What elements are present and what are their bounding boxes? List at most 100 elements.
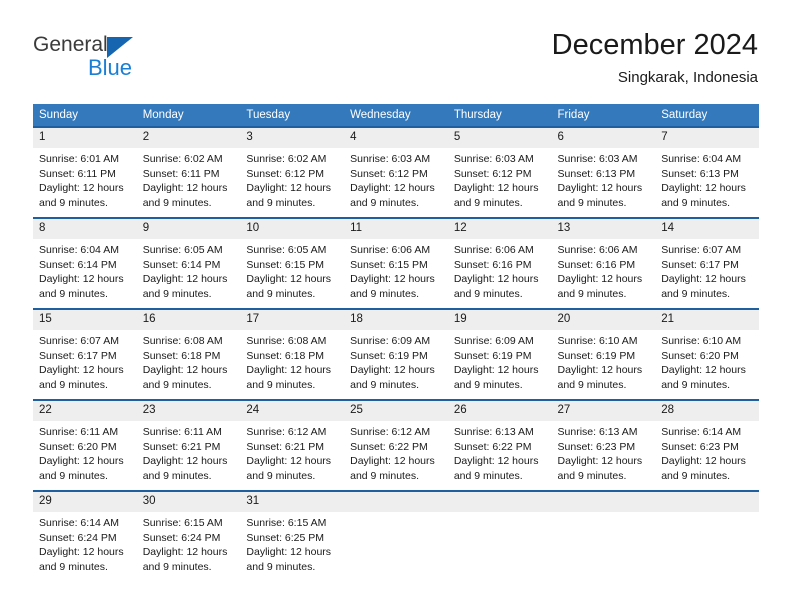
calendar-day-cell[interactable]: 3 Sunrise: 6:02 AM Sunset: 6:12 PM Daylight… bbox=[240, 126, 345, 218]
sunrise-text: Sunrise: 6:14 AM bbox=[39, 517, 119, 529]
calendar-week-row: 22 Sunrise: 6:11 AM Sunset: 6:20 PM Dayligh… bbox=[33, 399, 759, 491]
day-number: 11 bbox=[344, 219, 448, 239]
daylight-text-line1: Daylight: 12 hours bbox=[350, 455, 435, 468]
daylight-text-line2: and 9 minutes. bbox=[142, 378, 212, 391]
calendar-day-cell[interactable]: 8 Sunrise: 6:04 AM Sunset: 6:14 PM Daylight… bbox=[33, 217, 137, 309]
calendar-day-cell[interactable]: 23 Sunrise: 6:11 AM Sunset: 6:21 PM Dayligh… bbox=[136, 399, 241, 491]
page-title: December 2024 bbox=[551, 29, 758, 61]
calendar-page: General Blue December 2024 Singkarak, In… bbox=[0, 0, 792, 612]
calendar-day-cell[interactable]: 30 Sunrise: 6:15 AM Sunset: 6:24 PM Dayligh… bbox=[136, 490, 241, 581]
calendar-day-cell[interactable]: 17 Sunrise: 6:08 AM Sunset: 6:18 PM Dayligh… bbox=[240, 308, 345, 400]
sunset-text: Sunset: 6:20 PM bbox=[661, 349, 739, 362]
calendar-day-cell[interactable]: 21 Sunrise: 6:10 AM Sunset: 6:20 PM Dayligh… bbox=[655, 308, 759, 400]
calendar-day-cell[interactable]: 5 Sunrise: 6:03 AM Sunset: 6:12 PM Daylight… bbox=[447, 126, 552, 218]
daylight-text-line2: and 9 minutes. bbox=[453, 469, 523, 482]
daylight-text-line2: and 9 minutes. bbox=[661, 196, 731, 209]
calendar-day-cell[interactable]: 16 Sunrise: 6:08 AM Sunset: 6:18 PM Dayligh… bbox=[136, 308, 241, 400]
sunrise-text: Sunrise: 6:11 AM bbox=[142, 426, 222, 438]
day-number: 1 bbox=[33, 128, 137, 148]
daylight-text-line1: Daylight: 12 hours bbox=[557, 364, 643, 377]
day-details: Sunrise: 6:13 AM Sunset: 6:23 PM Daylight:… bbox=[552, 421, 656, 483]
day-details: Sunrise: 6:06 AM Sunset: 6:15 PM Daylight:… bbox=[344, 239, 448, 301]
sunrise-text: Sunrise: 6:11 AM bbox=[39, 426, 119, 438]
day-details: Sunrise: 6:13 AM Sunset: 6:22 PM Daylight:… bbox=[448, 421, 552, 483]
calendar-day-cell[interactable]: 19 Sunrise: 6:09 AM Sunset: 6:19 PM Dayligh… bbox=[447, 308, 552, 400]
day-details: Sunrise: 6:08 AM Sunset: 6:18 PM Daylight:… bbox=[137, 330, 241, 392]
calendar-day-cell[interactable]: 1 Sunrise: 6:01 AM Sunset: 6:11 PM Daylight… bbox=[33, 126, 137, 218]
daylight-text-line1: Daylight: 12 hours bbox=[661, 182, 746, 195]
sunrise-text: Sunrise: 6:08 AM bbox=[246, 335, 327, 347]
calendar-day-cell[interactable]: 24 Sunrise: 6:12 AM Sunset: 6:21 PM Dayligh… bbox=[240, 399, 345, 491]
daylight-text-line1: Daylight: 12 hours bbox=[246, 546, 332, 559]
calendar-week-row: 8 Sunrise: 6:04 AM Sunset: 6:14 PM Daylight… bbox=[33, 217, 759, 309]
daylight-text-line1: Daylight: 12 hours bbox=[142, 273, 228, 286]
calendar-day-cell[interactable] bbox=[344, 490, 448, 581]
sunset-text: Sunset: 6:19 PM bbox=[557, 349, 636, 362]
calendar-day-cell[interactable]: 22 Sunrise: 6:11 AM Sunset: 6:20 PM Dayligh… bbox=[33, 399, 137, 491]
sunset-text: Sunset: 6:14 PM bbox=[39, 258, 117, 271]
calendar-day-cell[interactable]: 26 Sunrise: 6:13 AM Sunset: 6:22 PM Dayligh… bbox=[447, 399, 552, 491]
sunrise-text: Sunrise: 6:14 AM bbox=[661, 426, 742, 438]
sunrise-text: Sunrise: 6:02 AM bbox=[246, 153, 327, 165]
day-number: 24 bbox=[240, 401, 345, 421]
day-details: Sunrise: 6:11 AM Sunset: 6:20 PM Daylight:… bbox=[33, 421, 137, 483]
sunrise-text: Sunrise: 6:10 AM bbox=[557, 335, 638, 347]
calendar-day-cell[interactable]: 15 Sunrise: 6:07 AM Sunset: 6:17 PM Dayligh… bbox=[33, 308, 137, 400]
calendar-day-cell[interactable]: 29 Sunrise: 6:14 AM Sunset: 6:24 PM Dayligh… bbox=[33, 490, 137, 581]
calendar-day-cell[interactable]: 12 Sunrise: 6:06 AM Sunset: 6:16 PM Dayligh… bbox=[447, 217, 552, 309]
day-number: 13 bbox=[551, 219, 656, 239]
sunset-text: Sunset: 6:13 PM bbox=[661, 167, 739, 180]
daylight-text-line2: and 9 minutes. bbox=[142, 196, 212, 209]
calendar-day-cell[interactable] bbox=[655, 490, 759, 581]
calendar-day-cell[interactable]: 2 Sunrise: 6:02 AM Sunset: 6:11 PM Daylight… bbox=[136, 126, 241, 218]
day-details: Sunrise: 6:08 AM Sunset: 6:18 PM Daylight:… bbox=[240, 330, 344, 392]
logo-text-general: General bbox=[33, 33, 108, 56]
calendar-day-cell[interactable]: 10 Sunrise: 6:05 AM Sunset: 6:15 PM Dayligh… bbox=[240, 217, 345, 309]
calendar-day-cell[interactable]: 20 Sunrise: 6:10 AM Sunset: 6:19 PM Dayligh… bbox=[551, 308, 656, 400]
weekday-header-monday: Monday bbox=[136, 104, 241, 127]
calendar-day-cell[interactable]: 4 Sunrise: 6:03 AM Sunset: 6:12 PM Daylight… bbox=[344, 126, 448, 218]
calendar-day-cell[interactable]: 18 Sunrise: 6:09 AM Sunset: 6:19 PM Dayligh… bbox=[344, 308, 448, 400]
sunrise-text: Sunrise: 6:13 AM bbox=[557, 426, 638, 438]
sunrise-text: Sunrise: 6:09 AM bbox=[350, 335, 431, 347]
calendar-day-cell[interactable]: 25 Sunrise: 6:12 AM Sunset: 6:22 PM Dayligh… bbox=[344, 399, 448, 491]
daylight-text-line1: Daylight: 12 hours bbox=[246, 182, 332, 195]
calendar-day-cell[interactable] bbox=[551, 490, 656, 581]
sunset-text: Sunset: 6:17 PM bbox=[39, 349, 117, 362]
sunset-text: Sunset: 6:11 PM bbox=[39, 167, 116, 180]
daylight-text-line1: Daylight: 12 hours bbox=[246, 455, 332, 468]
day-number bbox=[344, 492, 448, 512]
calendar-week-row: 29 Sunrise: 6:14 AM Sunset: 6:24 PM Dayligh… bbox=[33, 490, 759, 581]
day-details: Sunrise: 6:04 AM Sunset: 6:13 PM Daylight:… bbox=[655, 148, 759, 210]
daylight-text-line1: Daylight: 12 hours bbox=[142, 182, 228, 195]
day-details: Sunrise: 6:12 AM Sunset: 6:21 PM Daylight:… bbox=[240, 421, 344, 483]
calendar-day-cell[interactable]: 14 Sunrise: 6:07 AM Sunset: 6:17 PM Dayligh… bbox=[655, 217, 759, 309]
calendar-day-cell[interactable]: 27 Sunrise: 6:13 AM Sunset: 6:23 PM Dayligh… bbox=[551, 399, 656, 491]
calendar-day-cell[interactable]: 28 Sunrise: 6:14 AM Sunset: 6:23 PM Dayligh… bbox=[655, 399, 759, 491]
day-details: Sunrise: 6:03 AM Sunset: 6:13 PM Daylight:… bbox=[552, 148, 656, 210]
day-number: 2 bbox=[136, 128, 241, 148]
daylight-text-line1: Daylight: 12 hours bbox=[350, 364, 435, 377]
daylight-text-line1: Daylight: 12 hours bbox=[453, 182, 539, 195]
sunset-text: Sunset: 6:16 PM bbox=[557, 258, 636, 271]
page-subtitle: Singkarak, Indonesia bbox=[617, 69, 758, 86]
sunset-text: Sunset: 6:14 PM bbox=[142, 258, 221, 271]
generalblue-logo[interactable]: General Blue bbox=[33, 33, 223, 85]
calendar-day-cell[interactable]: 31 Sunrise: 6:15 AM Sunset: 6:25 PM Dayligh… bbox=[240, 490, 345, 581]
calendar-day-cell[interactable]: 7 Sunrise: 6:04 AM Sunset: 6:13 PM Daylight… bbox=[655, 126, 759, 218]
calendar-day-cell[interactable]: 11 Sunrise: 6:06 AM Sunset: 6:15 PM Dayligh… bbox=[344, 217, 448, 309]
calendar-day-cell[interactable] bbox=[447, 490, 552, 581]
daylight-text-line1: Daylight: 12 hours bbox=[661, 455, 746, 468]
day-details bbox=[448, 512, 552, 516]
day-number: 19 bbox=[447, 310, 552, 330]
daylight-text-line2: and 9 minutes. bbox=[453, 287, 523, 300]
calendar-day-cell[interactable]: 9 Sunrise: 6:05 AM Sunset: 6:14 PM Daylight… bbox=[136, 217, 241, 309]
calendar-day-cell[interactable]: 13 Sunrise: 6:06 AM Sunset: 6:16 PM Dayligh… bbox=[551, 217, 656, 309]
daylight-text-line2: and 9 minutes. bbox=[350, 469, 419, 482]
daylight-text-line2: and 9 minutes. bbox=[350, 196, 419, 209]
day-details bbox=[344, 512, 448, 516]
calendar-week-row: 15 Sunrise: 6:07 AM Sunset: 6:17 PM Dayligh… bbox=[33, 308, 759, 400]
calendar-day-cell[interactable]: 6 Sunrise: 6:03 AM Sunset: 6:13 PM Daylight… bbox=[551, 126, 656, 218]
day-number: 6 bbox=[551, 128, 656, 148]
sunset-text: Sunset: 6:19 PM bbox=[350, 349, 428, 362]
